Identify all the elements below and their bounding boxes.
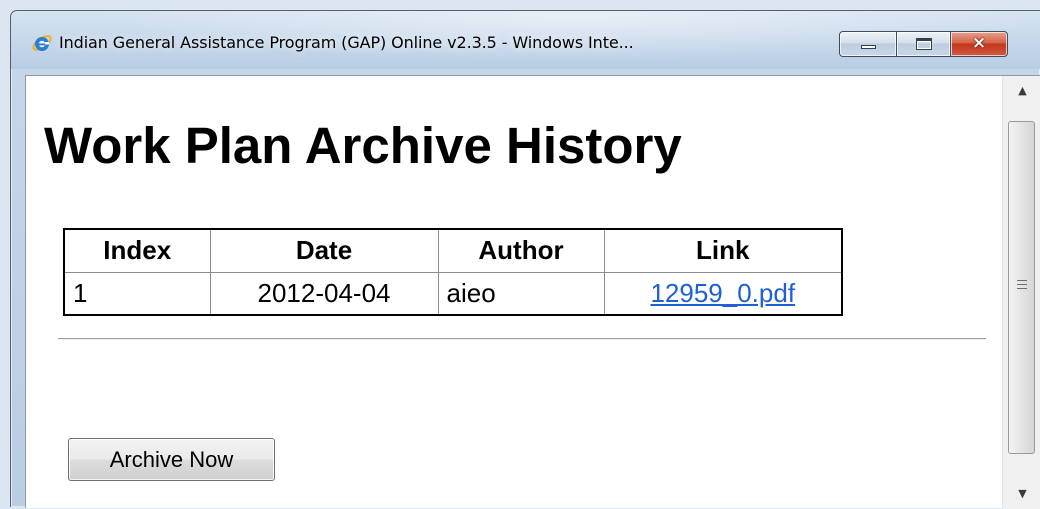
- scroll-up-arrow-icon[interactable]: ▲: [1003, 76, 1040, 106]
- cell-date: 2012-04-04: [209, 271, 439, 316]
- archive-history-table: Index Date Author Link 1 2012-04-04 aieo…: [63, 228, 843, 316]
- minimize-button[interactable]: [839, 31, 897, 57]
- cell-author: aieo: [437, 271, 605, 316]
- maximize-button[interactable]: [896, 31, 951, 57]
- cell-index: 1: [63, 271, 211, 316]
- maximize-icon: [916, 38, 932, 50]
- column-header-date: Date: [209, 228, 439, 273]
- table-header-row: Index Date Author Link: [63, 228, 843, 273]
- close-icon: ×: [971, 33, 987, 53]
- close-button[interactable]: ×: [950, 31, 1008, 57]
- content-area: Work Plan Archive History Index Date Aut…: [25, 75, 1040, 509]
- archive-pdf-link[interactable]: 12959_0.pdf: [650, 278, 795, 308]
- scroll-down-arrow-icon[interactable]: ▼: [1003, 479, 1040, 509]
- vertical-scrollbar[interactable]: ▲ ▼: [1002, 76, 1040, 509]
- column-header-index: Index: [63, 228, 211, 273]
- scroll-thumb[interactable]: [1008, 121, 1035, 454]
- title-bar[interactable]: Indian General Assistance Program (GAP) …: [11, 11, 1040, 69]
- horizontal-divider: [58, 338, 986, 340]
- page-title: Work Plan Archive History: [44, 117, 682, 174]
- table-row: 1 2012-04-04 aieo 12959_0.pdf: [63, 271, 843, 316]
- minimize-icon: [861, 45, 876, 49]
- browser-window: Indian General Assistance Program (GAP) …: [10, 10, 1040, 509]
- cell-link: 12959_0.pdf: [603, 271, 843, 316]
- grip-icon: [1017, 280, 1027, 292]
- column-header-link: Link: [603, 228, 843, 273]
- internet-explorer-icon: [32, 35, 52, 51]
- page-body: Work Plan Archive History Index Date Aut…: [26, 76, 1002, 509]
- window-title: Indian General Assistance Program (GAP) …: [59, 33, 634, 52]
- archive-now-button[interactable]: Archive Now: [68, 438, 275, 481]
- column-header-author: Author: [437, 228, 605, 273]
